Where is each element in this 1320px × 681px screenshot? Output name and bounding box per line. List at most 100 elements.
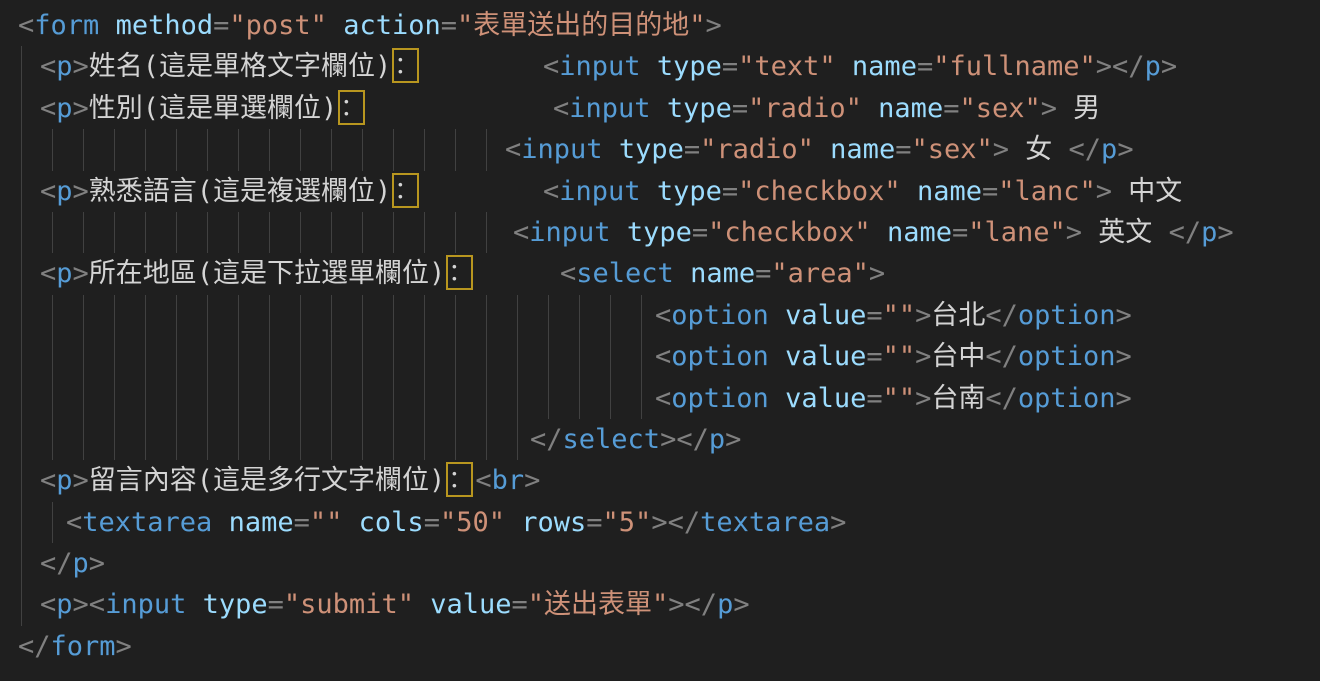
code-line[interactable]: <p>留言內容(這是多行文字欄位)：<br>	[0, 460, 1320, 501]
indent-guide	[517, 336, 518, 377]
token-punct: =	[722, 176, 738, 207]
token-text: 性別(這是單選欄位)	[89, 93, 338, 124]
token-str: "fullname"	[933, 51, 1096, 82]
code-line[interactable]: </form>	[0, 626, 1320, 667]
indent-guide	[331, 212, 332, 253]
token-punct: =	[722, 51, 738, 82]
indent-guide	[393, 212, 394, 253]
token-punct: >	[73, 51, 89, 82]
token-attr: type	[667, 93, 732, 124]
token-punct: >	[660, 424, 676, 455]
code-line[interactable]: </select></p>	[0, 419, 1320, 460]
token-punct: =	[866, 341, 882, 372]
code-line[interactable]: <input type="checkbox" name="lane"> 英文 <…	[0, 212, 1320, 253]
token-punct: =	[692, 217, 708, 248]
code-line[interactable]: <p>性別(這是單選欄位)：<input type="radio" name="…	[0, 88, 1320, 129]
indent-guide	[21, 584, 22, 625]
indent-guide	[83, 212, 84, 253]
token-punct: =	[684, 134, 700, 165]
indent-guide	[331, 419, 332, 460]
token-punct: </	[685, 589, 718, 620]
indent-guide	[331, 295, 332, 336]
code-line[interactable]: <textarea name="" cols="50" rows="5"></t…	[0, 502, 1320, 543]
indent-guide	[207, 129, 208, 170]
indent-guide	[145, 212, 146, 253]
code-lines: <form method="post" action="表單送出的目的地"><p…	[0, 5, 1320, 667]
code-segment: <option value="">台中</option>	[655, 336, 1132, 377]
code-line[interactable]: <p>熟悉語言(這是複選欄位)：<input type="checkbox" n…	[0, 171, 1320, 212]
token-punct: >	[725, 424, 741, 455]
indent-guide	[300, 378, 301, 419]
token-str: ""	[310, 507, 343, 538]
token-punct: =	[866, 383, 882, 414]
indent-guide	[486, 295, 487, 336]
code-line[interactable]: <option value="">台中</option>	[0, 336, 1320, 377]
code-segment: <p>熟悉語言(這是複選欄位)：	[40, 171, 543, 212]
token-text	[641, 176, 657, 207]
token-punct: =	[213, 10, 229, 41]
code-line[interactable]: </p>	[0, 543, 1320, 584]
token-punct: >	[73, 176, 89, 207]
token-punct: <	[40, 93, 56, 124]
token-punct: >	[915, 341, 931, 372]
token-tag: option	[1018, 383, 1116, 414]
token-tag: form	[51, 631, 116, 662]
token-text	[342, 507, 358, 538]
token-punct: =	[755, 258, 771, 289]
indent-guide	[52, 502, 53, 543]
token-tag: input	[569, 93, 650, 124]
indent-guide	[21, 502, 22, 543]
indent-guide	[207, 295, 208, 336]
token-text: 英文	[1082, 217, 1169, 248]
indent-guide	[238, 419, 239, 460]
code-segment: <input type="radio" name="sex"> 男	[553, 88, 1100, 129]
indent-guide	[393, 295, 394, 336]
code-line[interactable]: <p>所在地區(這是下拉選單欄位)：<select name="area">	[0, 253, 1320, 294]
token-text	[814, 134, 830, 165]
indent-guide	[83, 295, 84, 336]
token-tag: p	[56, 93, 72, 124]
unicode-highlight-box: ：	[446, 255, 473, 290]
token-tag: option	[1018, 300, 1116, 331]
indent-guide	[21, 295, 22, 336]
code-segment: <textarea name="" cols="50" rows="5"></t…	[66, 502, 846, 543]
indent-guide	[21, 460, 22, 501]
code-line[interactable]: <form method="post" action="表單送出的目的地">	[0, 5, 1320, 46]
token-tag: input	[559, 176, 640, 207]
token-attr: type	[627, 217, 692, 248]
code-line[interactable]: <option value="">台北</option>	[0, 295, 1320, 336]
token-punct: =	[586, 507, 602, 538]
token-str: "text"	[738, 51, 836, 82]
token-punct: <	[40, 258, 56, 289]
indent-guide	[207, 419, 208, 460]
token-str: ""	[883, 341, 916, 372]
unicode-highlight-box: ：	[392, 173, 419, 208]
code-line[interactable]: <input type="radio" name="sex"> 女 </p>	[0, 129, 1320, 170]
token-punct: <	[40, 589, 56, 620]
token-punct: <	[553, 93, 569, 124]
code-editor[interactable]: <form method="post" action="表單送出的目的地"><p…	[0, 0, 1320, 681]
token-tag: textarea	[700, 507, 830, 538]
token-attr: value	[785, 341, 866, 372]
indent-guide	[207, 336, 208, 377]
token-punct: >	[651, 507, 667, 538]
code-segment: <p>性別(這是單選欄位)：	[40, 88, 553, 129]
indent-guide	[300, 419, 301, 460]
indent-guide	[486, 336, 487, 377]
code-line[interactable]: <p>姓名(這是單格文字欄位)：<input type="text" name=…	[0, 46, 1320, 87]
token-tag: p	[56, 51, 72, 82]
token-punct: >	[733, 589, 749, 620]
code-line[interactable]: <option value="">台南</option>	[0, 378, 1320, 419]
token-str: "area"	[771, 258, 869, 289]
token-punct: =	[895, 134, 911, 165]
token-str: "submit"	[284, 589, 414, 620]
token-punct: <	[505, 134, 521, 165]
code-line[interactable]: <p><input type="submit" value="送出表單"></p…	[0, 584, 1320, 625]
token-text	[862, 93, 878, 124]
indent-guide	[486, 378, 487, 419]
token-str: "lane"	[968, 217, 1066, 248]
indent-guide	[517, 378, 518, 419]
token-str: "lanc"	[998, 176, 1096, 207]
indent-guide	[269, 378, 270, 419]
token-text: 姓名(這是單格文字欄位)	[89, 51, 392, 82]
